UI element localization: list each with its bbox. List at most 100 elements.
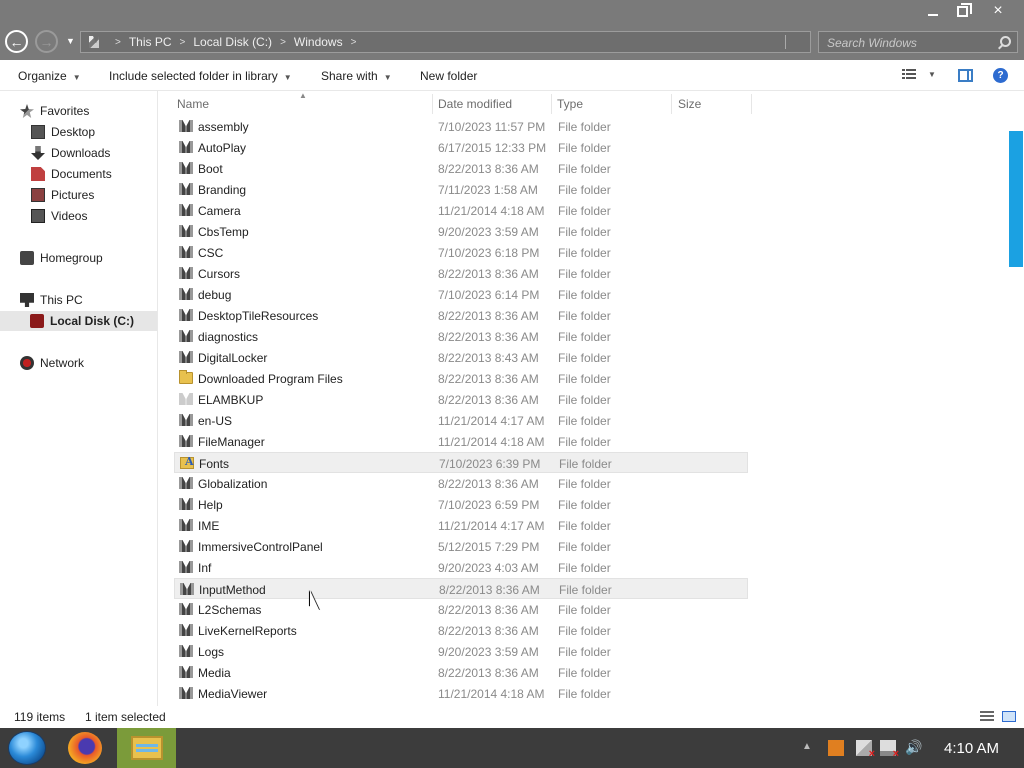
nav-network[interactable]: Network: [20, 353, 84, 373]
clock[interactable]: 4:10 AM: [944, 740, 999, 757]
nav-downloads[interactable]: Downloads: [31, 143, 110, 163]
chevron-right-icon[interactable]: >: [351, 37, 357, 48]
firefox-icon[interactable]: [68, 732, 102, 764]
nav-homegroup[interactable]: Homegroup: [20, 248, 103, 268]
column-divider[interactable]: [671, 94, 672, 114]
include-in-library-button[interactable]: Include selected folder in library ▼: [109, 69, 292, 83]
file-type: File folder: [558, 603, 611, 617]
file-row[interactable]: L2Schemas 8/22/2013 8:36 AM File folder: [174, 599, 748, 620]
search-icon[interactable]: [1000, 36, 1011, 47]
file-row[interactable]: Branding 7/11/2023 1:58 AM File folder: [174, 179, 748, 200]
show-hidden-icons-icon[interactable]: ▲: [802, 741, 812, 757]
file-row[interactable]: Fonts 7/10/2023 6:39 PM File folder: [174, 452, 748, 473]
large-icons-view-icon[interactable]: [1002, 711, 1016, 722]
file-row[interactable]: DesktopTileResources 8/22/2013 8:36 AM Fil…: [174, 305, 748, 326]
file-row[interactable]: debug 7/10/2023 6:14 PM File folder: [174, 284, 748, 305]
file-date-modified: 7/10/2023 6:59 PM: [438, 498, 540, 512]
volume-icon[interactable]: 🔊: [905, 739, 922, 755]
file-row[interactable]: DigitalLocker 8/22/2013 8:43 AM File folde…: [174, 347, 748, 368]
breadcrumb-local-disk[interactable]: Local Disk (C:): [193, 35, 272, 49]
column-header-size[interactable]: Size: [678, 91, 748, 117]
close-button[interactable]: ×: [982, 0, 1014, 22]
nav-this-pc[interactable]: This PC: [20, 290, 83, 310]
new-folder-button[interactable]: New folder: [420, 69, 477, 83]
chevron-down-icon[interactable]: ▼: [928, 70, 936, 79]
nav-desktop[interactable]: Desktop: [31, 122, 95, 142]
file-explorer-taskbar-button[interactable]: [117, 728, 176, 768]
file-row[interactable]: CbsTemp 9/20/2023 3:59 AM File folder: [174, 221, 748, 242]
address-row: ← → ▼ > This PC > Local Disk (C:) > Wind…: [0, 24, 1024, 60]
organize-button[interactable]: Organize ▼: [18, 69, 81, 83]
file-name: Downloaded Program Files: [198, 372, 343, 386]
file-row[interactable]: Cursors 8/22/2013 8:36 AM File folder: [174, 263, 748, 284]
chevron-right-icon[interactable]: >: [115, 37, 121, 48]
file-row[interactable]: LiveKernelReports 8/22/2013 8:36 AM File f…: [174, 620, 748, 641]
minimize-button[interactable]: [918, 0, 948, 22]
input-method-icon[interactable]: [828, 740, 844, 756]
file-row[interactable]: CSC 7/10/2023 6:18 PM File folder: [174, 242, 748, 263]
column-divider[interactable]: [551, 94, 552, 114]
file-row[interactable]: Globalization 8/22/2013 8:36 AM File folde…: [174, 473, 748, 494]
file-row[interactable]: en-US 11/21/2014 4:17 AM File folder: [174, 410, 748, 431]
file-name: AutoPlay: [198, 141, 247, 155]
column-header-type[interactable]: Type: [557, 91, 667, 117]
file-type: File folder: [558, 183, 611, 197]
file-row[interactable]: assembly 7/10/2023 11:57 PM File folder: [174, 116, 748, 137]
file-row[interactable]: InputMethod 8/22/2013 8:36 AM File folder: [174, 578, 748, 599]
file-row[interactable]: AutoPlay 6/17/2015 12:33 PM File folder: [174, 137, 748, 158]
computer-icon: [20, 293, 34, 307]
file-row[interactable]: Downloaded Program Files 8/22/2013 8:36 A…: [174, 368, 748, 389]
file-date-modified: 9/20/2023 3:59 AM: [438, 645, 539, 659]
chevron-right-icon[interactable]: >: [280, 37, 286, 48]
details-view-icon[interactable]: [980, 711, 994, 722]
file-row[interactable]: ELAMBKUP 8/22/2013 8:36 AM File folder: [174, 389, 748, 410]
system-folder-icon: [179, 225, 193, 237]
file-row[interactable]: Inf 9/20/2023 4:03 AM File folder: [174, 557, 748, 578]
nav-videos[interactable]: Videos: [31, 206, 87, 226]
nav-pictures[interactable]: Pictures: [31, 185, 94, 205]
breadcrumb-this-pc[interactable]: This PC: [129, 35, 172, 49]
address-bar[interactable]: > This PC > Local Disk (C:) > Windows >: [80, 31, 811, 53]
column-divider[interactable]: [751, 94, 752, 114]
restore-button[interactable]: [947, 0, 977, 22]
file-date-modified: 7/10/2023 6:39 PM: [439, 457, 541, 471]
nav-local-disk[interactable]: Local Disk (C:): [0, 311, 157, 331]
file-type: File folder: [558, 351, 611, 365]
column-header-date[interactable]: Date modified: [438, 91, 548, 117]
start-button[interactable]: [8, 731, 46, 765]
back-button[interactable]: ←: [5, 30, 28, 53]
breadcrumb-windows[interactable]: Windows: [294, 35, 343, 49]
file-row[interactable]: ImmersiveControlPanel 5/12/2015 7:29 PM Fi…: [174, 536, 748, 557]
file-row[interactable]: Help 7/10/2023 6:59 PM File folder: [174, 494, 748, 515]
scrollbar-thumb[interactable]: [1009, 131, 1023, 267]
file-type: File folder: [558, 540, 611, 554]
recent-locations-dropdown[interactable]: ▼: [66, 36, 75, 46]
organize-label: Organize: [18, 69, 67, 83]
help-icon[interactable]: ?: [993, 68, 1008, 83]
chevron-right-icon[interactable]: >: [180, 37, 186, 48]
file-row[interactable]: Media 8/22/2013 8:36 AM File folder: [174, 662, 748, 683]
file-row[interactable]: Logs 9/20/2023 3:59 AM File folder: [174, 641, 748, 662]
nav-documents-label: Documents: [51, 167, 112, 181]
file-row[interactable]: MediaViewer 11/21/2014 4:18 AM File folder: [174, 683, 748, 704]
action-center-icon[interactable]: [856, 740, 875, 760]
nav-documents[interactable]: Documents: [31, 164, 112, 184]
file-name: CSC: [198, 246, 224, 260]
forward-button[interactable]: →: [35, 30, 58, 53]
file-name: Camera: [198, 204, 241, 218]
file-row[interactable]: FileManager 11/21/2014 4:18 AM File folder: [174, 431, 748, 452]
preview-pane-icon[interactable]: [958, 69, 973, 82]
column-header-name[interactable]: Name: [177, 91, 427, 117]
file-row[interactable]: Camera 11/21/2014 4:18 AM File folder: [174, 200, 748, 221]
share-with-button[interactable]: Share with ▼: [321, 69, 392, 83]
search-input[interactable]: Search Windows: [818, 31, 1018, 53]
system-folder-icon: [179, 414, 193, 426]
change-view-icon[interactable]: [902, 69, 916, 81]
network-status-icon[interactable]: [880, 740, 899, 760]
homegroup-icon: [20, 251, 34, 265]
nav-favorites[interactable]: Favorites: [20, 101, 89, 121]
file-row[interactable]: diagnostics 8/22/2013 8:36 AM File folder: [174, 326, 748, 347]
file-row[interactable]: Boot 8/22/2013 8:36 AM File folder: [174, 158, 748, 179]
column-divider[interactable]: [432, 94, 433, 114]
file-row[interactable]: IME 11/21/2014 4:17 AM File folder: [174, 515, 748, 536]
